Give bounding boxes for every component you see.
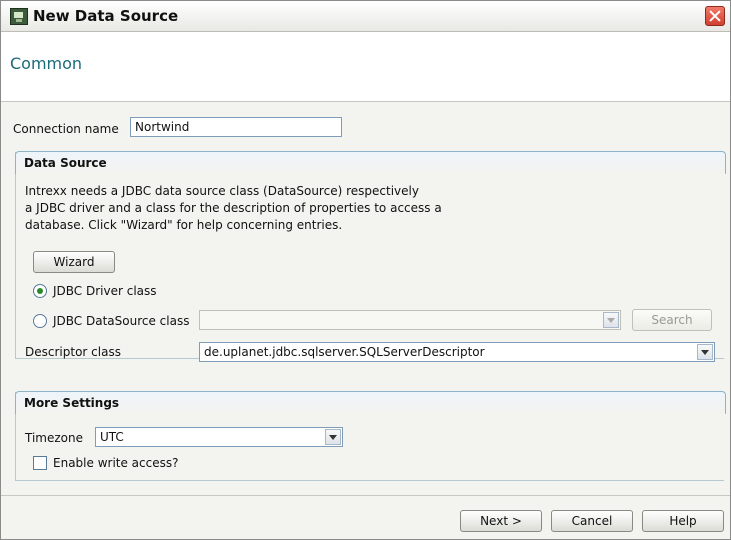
cancel-button[interactable]: Cancel (551, 510, 633, 532)
data-source-app-icon (10, 8, 28, 25)
chevron-down-icon[interactable] (697, 344, 713, 360)
connection-name-input[interactable] (130, 117, 342, 137)
enable-write-access-label: Enable write access? (53, 456, 179, 470)
connection-name-label: Connection name (13, 122, 119, 136)
new-data-source-dialog: New Data Source Common Connection name D… (0, 0, 731, 540)
timezone-select[interactable]: UTC (95, 427, 343, 447)
window-title: New Data Source (33, 7, 179, 25)
more-settings-group-header: More Settings (15, 391, 726, 414)
jdbc-datasource-select[interactable] (199, 310, 621, 330)
search-button[interactable]: Search (632, 309, 712, 331)
timezone-value: UTC (100, 430, 124, 444)
data-source-group-title: Data Source (24, 156, 107, 170)
enable-write-access-checkbox[interactable] (33, 456, 47, 470)
data-source-group-header: Data Source (15, 151, 726, 174)
descriptor-class-label: Descriptor class (25, 345, 121, 359)
wizard-button[interactable]: Wizard (33, 251, 115, 273)
page-title: Common (10, 54, 83, 73)
help-button[interactable]: Help (642, 510, 724, 532)
title-bar[interactable]: New Data Source (1, 1, 730, 32)
descriptor-class-select[interactable]: de.uplanet.jdbc.sqlserver.SQLServerDescr… (199, 342, 715, 362)
footer-divider (1, 495, 730, 496)
description-line-1: Intrexx needs a JDBC data source class (… (25, 184, 419, 198)
description-line-2: a JDBC driver and a class for the descri… (25, 201, 442, 215)
jdbc-driver-radio[interactable] (33, 284, 47, 298)
jdbc-datasource-radio[interactable] (33, 314, 47, 328)
close-icon[interactable] (705, 6, 725, 26)
descriptor-class-value: de.uplanet.jdbc.sqlserver.SQLServerDescr… (204, 345, 485, 359)
chevron-down-icon[interactable] (603, 312, 619, 328)
jdbc-driver-label: JDBC Driver class (53, 284, 157, 298)
next-button[interactable]: Next > (460, 510, 542, 532)
chevron-down-icon[interactable] (325, 429, 341, 445)
jdbc-datasource-label: JDBC DataSource class (53, 314, 190, 328)
description-line-3: database. Click "Wizard" for help concer… (25, 218, 343, 232)
page-header: Common (1, 32, 730, 102)
more-settings-group-title: More Settings (24, 396, 120, 410)
timezone-label: Timezone (25, 431, 83, 445)
